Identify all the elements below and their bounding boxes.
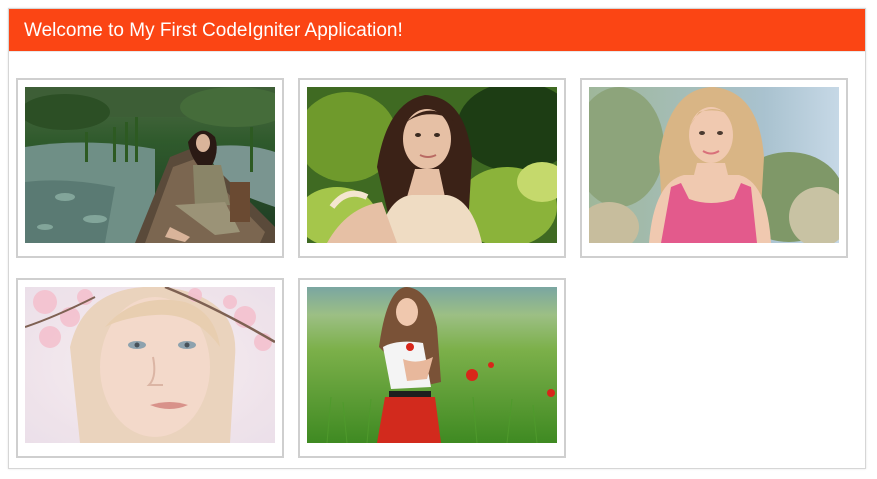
gallery-image-2: [307, 87, 557, 243]
gallery-image-4: [25, 287, 275, 443]
main-panel: Welcome to My First CodeIgniter Applicat…: [8, 8, 866, 469]
gallery-thumbnail-5[interactable]: [298, 278, 566, 458]
gallery-image-3: [589, 87, 839, 243]
gallery-image-5: [307, 287, 557, 443]
gallery-image-1: [25, 87, 275, 243]
page-title: Welcome to My First CodeIgniter Applicat…: [24, 20, 403, 41]
gallery-thumbnail-2[interactable]: [298, 78, 566, 258]
gallery-thumbnail-1[interactable]: [16, 78, 284, 258]
gallery-thumbnail-3[interactable]: [580, 78, 848, 258]
gallery-thumbnail-4[interactable]: [16, 278, 284, 458]
page-header: Welcome to My First CodeIgniter Applicat…: [9, 9, 865, 52]
